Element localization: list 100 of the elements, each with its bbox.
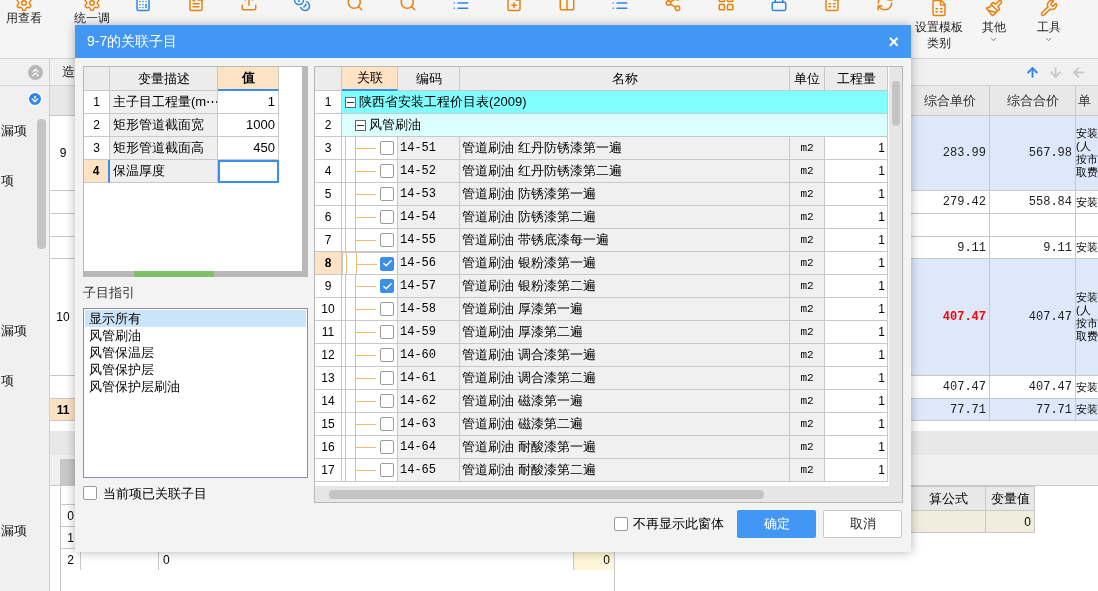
value-field[interactable]: 1000: [218, 114, 279, 137]
vertical-scrollbar[interactable]: [37, 119, 46, 249]
table-cell: 14-53: [398, 183, 460, 206]
toolbar-icon[interactable]: [186, 0, 205, 12]
toolbar-icon[interactable]: [716, 0, 735, 12]
cancel-button[interactable]: 取消: [823, 510, 902, 538]
sidebar-item[interactable]: 项: [1, 371, 14, 391]
table-cell: 14-60: [398, 344, 460, 367]
checkbox-label[interactable]: 当前项已关联子目: [103, 483, 207, 503]
table-cell: 14-63: [398, 413, 460, 436]
toolbar-icon[interactable]: [133, 0, 152, 12]
sidebar-item[interactable]: 漏项: [1, 521, 27, 541]
toolbar-icon[interactable]: [1039, 0, 1058, 17]
value-field[interactable]: 1: [218, 91, 279, 114]
checkbox[interactable]: [380, 417, 394, 431]
checkbox[interactable]: [380, 302, 394, 316]
toolbar-icon[interactable]: [451, 0, 470, 12]
move-up-icon[interactable]: [1025, 64, 1040, 80]
sidebar-item[interactable]: 项: [1, 171, 14, 191]
vertical-scrollbar[interactable]: [889, 67, 902, 487]
download-icon[interactable]: [27, 91, 43, 107]
toolbar-icon[interactable]: [610, 0, 629, 12]
table-cell: 安装: [1076, 403, 1098, 416]
checkbox[interactable]: [380, 210, 394, 224]
checkbox[interactable]: [380, 164, 394, 178]
checkbox[interactable]: [380, 348, 394, 362]
move-down-icon[interactable]: [1048, 64, 1063, 80]
row-number: 10: [56, 309, 70, 326]
table-cell: 管道刷油 厚漆第一遍: [460, 298, 790, 321]
sidebar-item[interactable]: 漏项: [1, 321, 27, 341]
toolbar-label[interactable]: 其他: [967, 19, 1020, 35]
table-cell-text: 407.47: [1028, 309, 1072, 326]
table-cell-text: 9.11: [1043, 239, 1072, 257]
move-left-icon[interactable]: [1071, 64, 1086, 80]
row-number: 3: [84, 137, 110, 160]
checkbox[interactable]: [380, 256, 394, 271]
table-cell: 1: [825, 436, 888, 459]
column-header: 关联: [342, 67, 398, 91]
table-cell: m2: [790, 275, 825, 298]
toolbar-icon[interactable]: [345, 0, 364, 12]
table-cell-text: 0: [1023, 513, 1032, 531]
toolbar-icon[interactable]: [984, 0, 1003, 17]
toolbar-icon[interactable]: [398, 0, 417, 12]
checkbox[interactable]: [380, 187, 394, 201]
toolbar-icon[interactable]: [822, 0, 841, 12]
checkbox[interactable]: [380, 279, 394, 293]
toolbar-icon[interactable]: [557, 0, 576, 12]
list-item[interactable]: 显示所有: [85, 310, 306, 328]
table-cell: m2: [790, 298, 825, 321]
table-cell: 管道刷油 带锈底漆每一遍: [460, 229, 790, 252]
collapse-icon[interactable]: [355, 119, 366, 131]
checkbox[interactable]: [614, 517, 628, 531]
checkbox[interactable]: [380, 233, 394, 247]
row-number: 9: [59, 145, 67, 162]
checkbox[interactable]: [380, 325, 394, 339]
collapse-icon[interactable]: [345, 96, 356, 108]
list-item[interactable]: 风管保温层: [85, 344, 306, 362]
table-cell: 14-57: [398, 275, 460, 298]
toolbar-icon[interactable]: [929, 0, 948, 17]
checkbox[interactable]: [380, 371, 394, 385]
value-field[interactable]: [218, 160, 279, 183]
toolbar-label[interactable]: 工具: [1022, 19, 1075, 35]
toolbar-icon[interactable]: [239, 0, 258, 12]
sidebar-item[interactable]: 漏项: [1, 121, 27, 141]
row-number: 17: [315, 459, 342, 482]
value-field[interactable]: 450: [218, 137, 279, 160]
toolbar-icon[interactable]: [875, 0, 894, 12]
checkbox[interactable]: [380, 463, 394, 477]
list-item[interactable]: 风管保护层: [85, 361, 306, 379]
toolbar-icon[interactable]: [769, 0, 788, 12]
tree-label[interactable]: 风管刷油: [369, 115, 421, 135]
row-number: 1: [84, 91, 110, 114]
toolbar-icon[interactable]: [663, 0, 682, 12]
table-cell: 安装: [1076, 241, 1098, 254]
row-number: 10: [315, 298, 342, 321]
table-cell: 管道刷油 银粉漆第一遍: [460, 252, 790, 275]
horizontal-scrollbar[interactable]: [315, 486, 902, 502]
column-header: 单位: [790, 67, 825, 91]
checkbox-label[interactable]: 不再显示此窗体: [633, 514, 724, 534]
checkbox[interactable]: [83, 486, 97, 501]
table-cell: 14-62: [398, 390, 460, 413]
checkbox[interactable]: [380, 394, 394, 408]
table-cell-text: 279.42: [942, 194, 986, 211]
column-header: 变量值: [989, 489, 1031, 508]
toolbar-label[interactable]: 统一调: [74, 12, 110, 25]
toolbar-icon[interactable]: [504, 0, 523, 12]
table-cell: 14-52: [398, 160, 460, 183]
row-number: 4: [315, 160, 342, 183]
table-cell: 管道刷油 防锈漆第一遍: [460, 183, 790, 206]
list-item[interactable]: 风管保护层刷油: [85, 378, 306, 396]
toolbar-label[interactable]: 设置模板类别: [912, 19, 965, 51]
checkbox[interactable]: [380, 440, 394, 454]
dialog-title: 9-7的关联子目: [87, 32, 179, 51]
table-cell: m2: [790, 229, 825, 252]
list-item[interactable]: 风管刷油: [85, 327, 306, 345]
toolbar-icon[interactable]: [292, 0, 311, 12]
table-cell-text: 567.98: [1028, 145, 1072, 162]
checkbox[interactable]: [380, 141, 394, 155]
toolbar-label[interactable]: 用查看: [6, 12, 42, 25]
tab[interactable]: 造: [62, 62, 75, 82]
